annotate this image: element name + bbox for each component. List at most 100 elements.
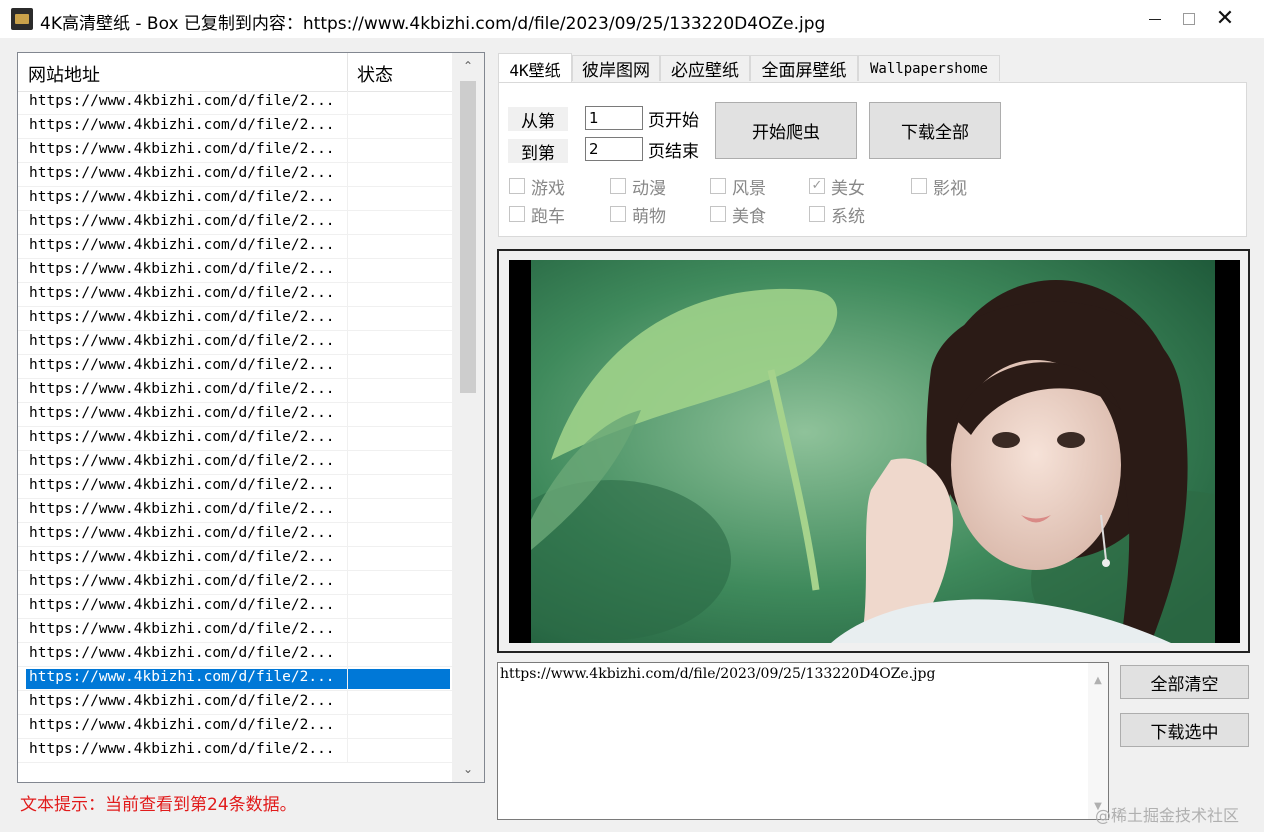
- chevron-up-icon[interactable]: ⌃: [452, 53, 484, 79]
- category-checkbox[interactable]: 美食: [710, 203, 766, 227]
- list-rows: https://www.4kbizhi.com/d/file/2... https…: [18, 91, 452, 763]
- table-row[interactable]: https://www.4kbizhi.com/d/file/2...: [18, 187, 452, 211]
- checkbox-icon: [509, 178, 525, 194]
- table-row[interactable]: https://www.4kbizhi.com/d/file/2...: [18, 379, 452, 403]
- row-url: https://www.4kbizhi.com/d/file/2...: [29, 165, 335, 181]
- checkbox-icon: [710, 178, 726, 194]
- category-label: 风景: [732, 178, 766, 199]
- tab-bian[interactable]: 彼岸图网: [572, 55, 660, 81]
- category-checkbox[interactable]: 影视: [911, 175, 967, 199]
- table-row[interactable]: https://www.4kbizhi.com/d/file/2...: [18, 115, 452, 139]
- table-row[interactable]: https://www.4kbizhi.com/d/file/2...: [18, 451, 452, 475]
- row-url: https://www.4kbizhi.com/d/file/2...: [29, 93, 335, 109]
- to-page-label: 到第: [508, 139, 568, 164]
- row-url: https://www.4kbizhi.com/d/file/2...: [29, 141, 335, 157]
- window-title: 4K高清壁纸 - Box 已复制到内容：https://www.4kbizhi.…: [40, 14, 826, 34]
- from-page-suffix: 页开始: [648, 111, 699, 131]
- tab-fullscreen[interactable]: 全面屏壁纸: [750, 55, 858, 81]
- to-page-suffix: 页结束: [648, 142, 699, 162]
- table-row[interactable]: https://www.4kbizhi.com/d/file/2...: [18, 619, 452, 643]
- row-url: https://www.4kbizhi.com/d/file/2...: [29, 213, 335, 229]
- table-row[interactable]: https://www.4kbizhi.com/d/file/2...: [18, 427, 452, 451]
- list-header: 网站地址 状态: [18, 53, 452, 92]
- table-row[interactable]: https://www.4kbizhi.com/d/file/2...: [18, 307, 452, 331]
- category-label: 美食: [732, 206, 766, 227]
- table-row[interactable]: https://www.4kbizhi.com/d/file/2...: [18, 475, 452, 499]
- table-row[interactable]: https://www.4kbizhi.com/d/file/2...: [18, 259, 452, 283]
- table-row[interactable]: https://www.4kbizhi.com/d/file/2...: [18, 235, 452, 259]
- list-scrollbar[interactable]: ⌃ ⌄: [452, 53, 484, 782]
- category-checkbox[interactable]: 动漫: [610, 175, 666, 199]
- status-hint: 文本提示：当前查看到第24条数据。: [20, 795, 297, 815]
- wallpaper-preview-image: [531, 260, 1215, 643]
- close-icon: ✕: [1215, 6, 1235, 31]
- scrollbar-thumb[interactable]: [460, 81, 476, 393]
- row-url: https://www.4kbizhi.com/d/file/2...: [29, 693, 335, 709]
- category-label: 系统: [831, 206, 865, 227]
- row-url: https://www.4kbizhi.com/d/file/2...: [29, 621, 335, 637]
- category-label: 动漫: [632, 178, 666, 199]
- from-page-label: 从第: [508, 107, 568, 132]
- from-page-input[interactable]: 1: [585, 106, 643, 130]
- table-row[interactable]: https://www.4kbizhi.com/d/file/2...: [18, 355, 452, 379]
- chevron-down-icon[interactable]: ⌄: [452, 756, 484, 782]
- close-button[interactable]: ✕: [1190, 0, 1260, 38]
- table-row[interactable]: https://www.4kbizhi.com/d/file/2...: [18, 715, 452, 739]
- to-page-input[interactable]: 2: [585, 137, 643, 161]
- checkbox-icon: [610, 178, 626, 194]
- tab-wallpapershome[interactable]: Wallpapershome: [858, 55, 1000, 81]
- row-url: https://www.4kbizhi.com/d/file/2...: [29, 597, 335, 613]
- table-row[interactable]: https://www.4kbizhi.com/d/file/2...: [18, 499, 452, 523]
- category-checkbox[interactable]: ✓ 美女: [809, 175, 865, 199]
- row-url: https://www.4kbizhi.com/d/file/2...: [29, 261, 335, 277]
- table-row[interactable]: https://www.4kbizhi.com/d/file/2...: [18, 667, 452, 691]
- row-url: https://www.4kbizhi.com/d/file/2...: [29, 189, 335, 205]
- category-checkbox[interactable]: 风景: [710, 175, 766, 199]
- table-row[interactable]: https://www.4kbizhi.com/d/file/2...: [18, 211, 452, 235]
- row-url: https://www.4kbizhi.com/d/file/2...: [29, 645, 335, 661]
- clear-all-button[interactable]: 全部清空: [1120, 665, 1249, 699]
- column-header-status[interactable]: 状态: [357, 61, 393, 87]
- tab-4k[interactable]: 4K壁纸: [498, 53, 572, 83]
- table-row[interactable]: https://www.4kbizhi.com/d/file/2...: [18, 91, 452, 115]
- column-header-url[interactable]: 网站地址: [28, 61, 100, 87]
- row-status: [349, 669, 450, 689]
- category-checkbox[interactable]: 系统: [809, 203, 865, 227]
- table-row[interactable]: https://www.4kbizhi.com/d/file/2...: [18, 739, 452, 763]
- output-textarea[interactable]: https://www.4kbizhi.com/d/file/2023/09/2…: [497, 662, 1109, 820]
- category-checkbox[interactable]: 游戏: [509, 175, 565, 199]
- download-selected-button[interactable]: 下载选中: [1120, 713, 1249, 747]
- output-text: https://www.4kbizhi.com/d/file/2023/09/2…: [500, 666, 936, 682]
- tab-bing[interactable]: 必应壁纸: [660, 55, 750, 81]
- table-row[interactable]: https://www.4kbizhi.com/d/file/2...: [18, 643, 452, 667]
- category-label: 跑车: [531, 206, 565, 227]
- table-row[interactable]: https://www.4kbizhi.com/d/file/2...: [18, 547, 452, 571]
- start-crawl-button[interactable]: 开始爬虫: [715, 102, 857, 159]
- category-checkbox[interactable]: 萌物: [610, 203, 666, 227]
- table-row[interactable]: https://www.4kbizhi.com/d/file/2...: [18, 691, 452, 715]
- table-row[interactable]: https://www.4kbizhi.com/d/file/2...: [18, 283, 452, 307]
- download-all-button[interactable]: 下载全部: [869, 102, 1001, 159]
- table-row[interactable]: https://www.4kbizhi.com/d/file/2...: [18, 139, 452, 163]
- app-icon: [11, 8, 33, 30]
- category-checkbox[interactable]: 跑车: [509, 203, 565, 227]
- watermark: @稀土掘金技术社区: [1095, 806, 1240, 825]
- url-list[interactable]: 网站地址 状态 https://www.4kbizhi.com/d/file/2…: [17, 52, 485, 783]
- output-scrollbar[interactable]: ▲ ▼: [1088, 663, 1108, 819]
- row-url: https://www.4kbizhi.com/d/file/2...: [29, 501, 335, 517]
- table-row[interactable]: https://www.4kbizhi.com/d/file/2...: [18, 163, 452, 187]
- table-row[interactable]: https://www.4kbizhi.com/d/file/2...: [18, 571, 452, 595]
- chevron-up-icon[interactable]: ▲: [1088, 669, 1108, 691]
- row-url: https://www.4kbizhi.com/d/file/2...: [29, 405, 335, 421]
- table-row[interactable]: https://www.4kbizhi.com/d/file/2...: [18, 331, 452, 355]
- table-row[interactable]: https://www.4kbizhi.com/d/file/2...: [18, 523, 452, 547]
- checkmark-icon: ✓: [809, 178, 825, 194]
- table-row[interactable]: https://www.4kbizhi.com/d/file/2...: [18, 595, 452, 619]
- table-row[interactable]: https://www.4kbizhi.com/d/file/2...: [18, 403, 452, 427]
- checkbox-icon: [710, 206, 726, 222]
- checkbox-icon: [610, 206, 626, 222]
- row-url: https://www.4kbizhi.com/d/file/2...: [29, 285, 335, 301]
- checkbox-icon: [911, 178, 927, 194]
- category-label: 游戏: [531, 178, 565, 199]
- row-url: https://www.4kbizhi.com/d/file/2...: [29, 453, 335, 469]
